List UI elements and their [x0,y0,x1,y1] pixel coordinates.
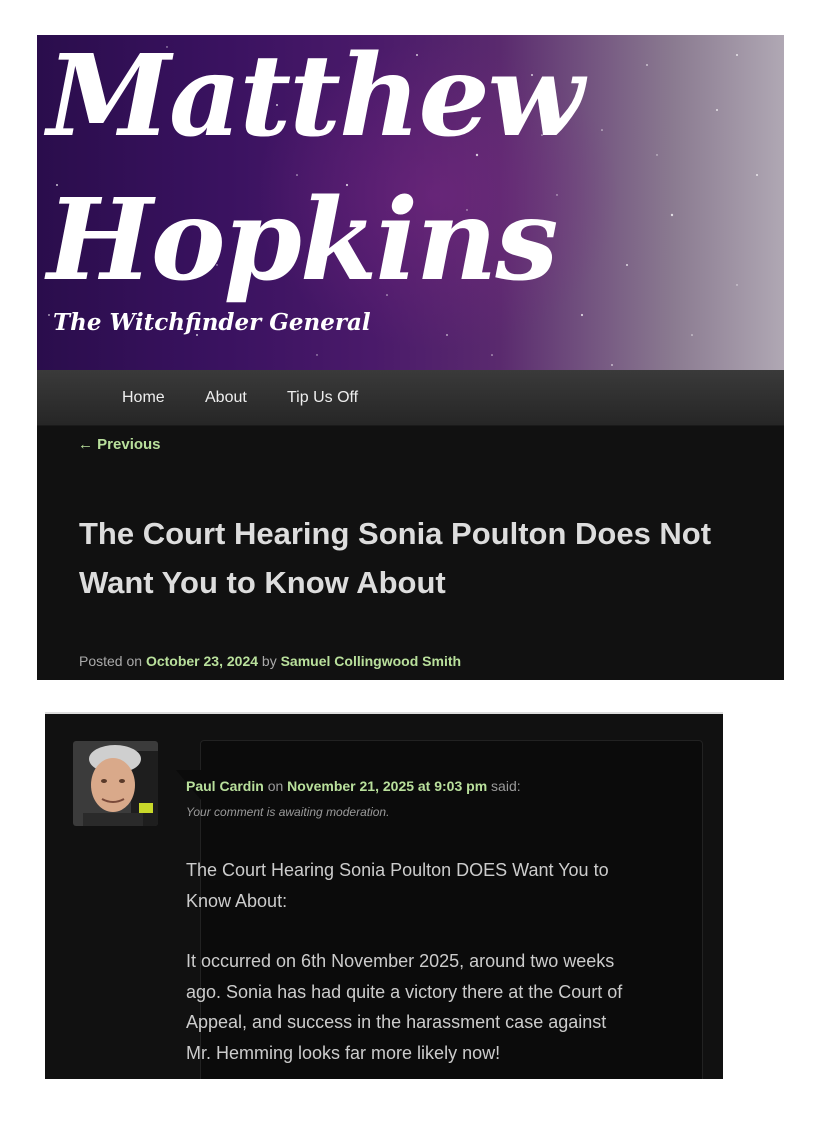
header-banner[interactable]: Matthew Hopkins The Witchfinder General [37,35,784,370]
site-title-line2[interactable]: Hopkins [47,171,558,311]
avatar-photo-icon [73,741,158,826]
by-label: by [261,653,277,669]
comment-meta: Paul Cardin on November 21, 2025 at 9:03… [186,778,521,794]
nav-item-home[interactable]: Home [122,370,165,425]
post-date-link[interactable]: October 23, 2024 [146,653,258,669]
comment-on-label: on [267,778,284,794]
comment-paragraph: It occurred on 6th November 2025, around… [186,951,623,1063]
site-tagline: The Witchfinder General [53,309,371,336]
comment-date-link[interactable]: November 21, 2025 at 9:03 pm [287,778,487,794]
comment-author-link[interactable]: Paul Cardin [186,778,264,794]
comment-body: The Court Hearing Sonia Poulton DOES Wan… [186,855,631,1098]
nav-item-tip-us-off[interactable]: Tip Us Off [287,370,358,425]
posted-on-label: Posted on [79,653,143,669]
comment-said-label: said: [491,778,521,794]
post-meta: Posted on October 23, 2024 by Samuel Col… [79,653,461,669]
post-title: The Court Hearing Sonia Poulton Does Not… [79,516,712,600]
nav-item-about[interactable]: About [205,370,247,425]
site-title-line1[interactable]: Matthew [47,35,584,167]
commenter-avatar [73,741,158,826]
comment-paragraph: The Court Hearing Sonia Poulton DOES Wan… [186,860,609,911]
moderation-note: Your comment is awaiting moderation. [186,805,390,819]
post-author-link[interactable]: Samuel Collingwood Smith [281,653,461,669]
main-navigation: Home About Tip Us Off [37,370,784,426]
previous-post-link[interactable]: ← Previous [78,436,161,453]
